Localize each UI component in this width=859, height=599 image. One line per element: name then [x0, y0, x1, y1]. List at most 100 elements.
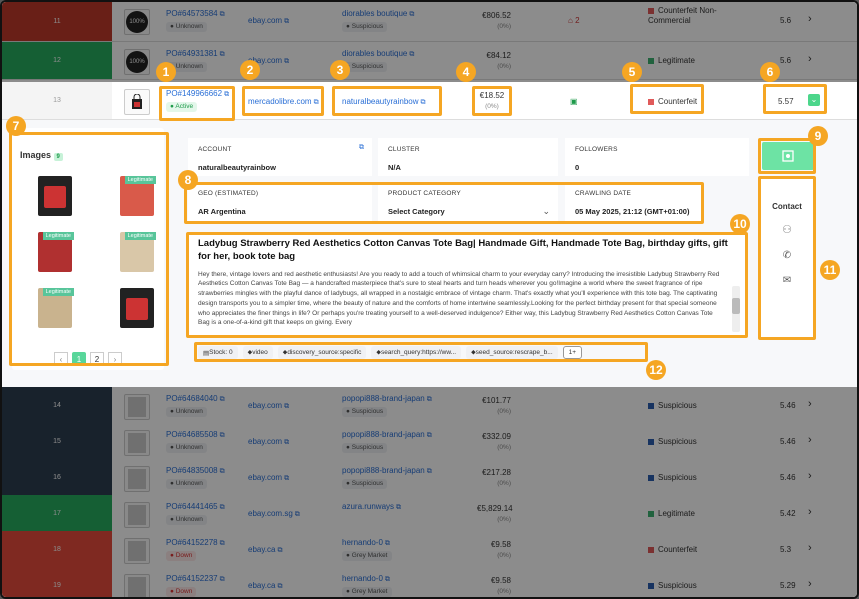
- external-link-icon[interactable]: ⧉: [220, 540, 225, 547]
- verdict-cell[interactable]: Suspicious: [648, 473, 728, 483]
- po-link[interactable]: PO#64684040: [166, 394, 218, 403]
- po-link[interactable]: PO#64152237: [166, 574, 218, 583]
- external-link-icon[interactable]: ⧉: [277, 547, 282, 554]
- table-row[interactable]: 15 PO#64685508 ⧉ ● Unknown ebay.com ⧉ popo…: [2, 423, 857, 461]
- verdict-text: Counterfeit: [658, 545, 698, 554]
- po-cell: PO#64152278 ⧉ ● Down: [166, 538, 225, 562]
- cluster-value: N/A: [388, 163, 401, 172]
- table-row[interactable]: 19 PO#64152237 ⧉ ● Down ebay.ca ⧉ hernando…: [2, 567, 857, 597]
- verdict-cell[interactable]: Legitimate: [648, 509, 728, 519]
- callout-number: 8: [178, 170, 198, 190]
- seller-status-text: Suspicious: [351, 63, 384, 71]
- external-link-icon[interactable]: ⧉: [409, 11, 414, 18]
- row-index: 15: [2, 423, 112, 460]
- chevron-right-icon[interactable]: ›: [808, 13, 812, 25]
- external-link-icon[interactable]: ⧉: [220, 51, 225, 58]
- external-link-icon[interactable]: ⧉: [284, 18, 289, 25]
- po-link[interactable]: PO#64685508: [166, 430, 218, 439]
- table-row[interactable]: 11 100% PO#64573584 ⧉ ● Unknown ebay.com ⧉…: [2, 2, 857, 42]
- external-link-icon[interactable]: ⧉: [220, 11, 225, 18]
- chevron-right-icon[interactable]: ›: [808, 542, 812, 554]
- external-link-icon[interactable]: ⧉: [277, 583, 282, 590]
- verdict-color-icon: [648, 438, 654, 445]
- chevron-right-icon[interactable]: ›: [808, 470, 812, 482]
- external-link-icon[interactable]: ⧉: [284, 439, 289, 446]
- external-link-icon[interactable]: ⧉: [409, 51, 414, 58]
- seller-link[interactable]: popopi888-brand-japan: [342, 466, 425, 475]
- product-thumbnail[interactable]: [124, 538, 150, 564]
- chevron-right-icon[interactable]: ›: [808, 506, 812, 518]
- marketplace-link[interactable]: ebay.com ⧉: [248, 16, 289, 26]
- seller-link[interactable]: diorables boutique: [342, 49, 407, 58]
- callout-number: 4: [456, 62, 476, 82]
- seller-link[interactable]: azura.runways: [342, 502, 394, 511]
- seller-status-badge: ● Suspicious: [342, 443, 388, 454]
- price-cell: €217.28 (0%): [477, 468, 511, 487]
- chevron-right-icon[interactable]: ›: [808, 434, 812, 446]
- external-link-icon[interactable]: ⧉: [284, 475, 289, 482]
- po-link[interactable]: PO#64931381: [166, 49, 218, 58]
- verdict-cell[interactable]: Counterfeit Non-Commercial: [648, 6, 728, 25]
- external-link-icon[interactable]: ⧉: [359, 144, 364, 152]
- price-cell: €806.52 (0%): [477, 11, 511, 30]
- external-link-icon[interactable]: ⧉: [385, 576, 390, 583]
- external-link-icon[interactable]: ⧉: [220, 576, 225, 583]
- external-link-icon[interactable]: ⧉: [295, 511, 300, 518]
- seller-link[interactable]: diorables boutique: [342, 9, 407, 18]
- external-link-icon[interactable]: ⧉: [220, 432, 225, 439]
- seller-status-badge: ● Grey Market: [342, 551, 392, 562]
- marketplace-link[interactable]: ebay.ca ⧉: [248, 545, 282, 555]
- external-link-icon[interactable]: ⧉: [396, 504, 401, 511]
- marketplace-link[interactable]: ebay.com ⧉: [248, 473, 289, 483]
- product-thumbnail[interactable]: [124, 574, 150, 597]
- marketplace-link[interactable]: ebay.ca ⧉: [248, 581, 282, 591]
- table-row[interactable]: 14 PO#64684040 ⧉ ● Unknown ebay.com ⧉ popo…: [2, 387, 857, 425]
- verdict-cell[interactable]: Suspicious: [648, 581, 728, 591]
- po-link[interactable]: PO#64835008: [166, 466, 218, 475]
- seller-cell: popopi888-brand-japan ⧉ ● Suspicious: [342, 430, 432, 454]
- po-link[interactable]: PO#64573584: [166, 9, 218, 18]
- external-link-icon[interactable]: ⧉: [220, 396, 225, 403]
- verdict-color-icon: [648, 57, 654, 64]
- product-thumbnail[interactable]: [124, 394, 150, 420]
- verdict-cell[interactable]: Legitimate: [648, 56, 728, 66]
- seller-link[interactable]: popopi888-brand-japan: [342, 394, 425, 403]
- followers-card: FOLLOWERS 0: [565, 138, 749, 176]
- table-row[interactable]: 17 PO#64441465 ⧉ ● Unknown ebay.com.sg ⧉ a…: [2, 495, 857, 533]
- chevron-right-icon[interactable]: ›: [808, 53, 812, 65]
- marketplace-link[interactable]: ebay.com ⧉: [248, 401, 289, 411]
- table-row[interactable]: 16 PO#64835008 ⧉ ● Unknown ebay.com ⧉ popo…: [2, 459, 857, 497]
- callout-box: [184, 182, 704, 224]
- product-thumbnail[interactable]: 100%: [124, 49, 150, 75]
- po-link[interactable]: PO#64152278: [166, 538, 218, 547]
- product-thumbnail[interactable]: [124, 89, 150, 115]
- chevron-right-icon[interactable]: ›: [808, 578, 812, 590]
- row-index: 11: [2, 2, 112, 41]
- status-text: Unknown: [175, 444, 203, 452]
- account-value: naturalbeautyrainbow: [198, 163, 276, 172]
- external-link-icon[interactable]: ⧉: [220, 468, 225, 475]
- external-link-icon[interactable]: ⧉: [385, 540, 390, 547]
- external-link-icon[interactable]: ⧉: [427, 432, 432, 439]
- verdict-cell[interactable]: Suspicious: [648, 401, 728, 411]
- table-row[interactable]: 12 100% PO#64931381⧉ ● Unknown ebay.com⧉…: [2, 42, 857, 80]
- table-row[interactable]: 18 PO#64152278 ⧉ ● Down ebay.ca ⧉ hernando…: [2, 531, 857, 569]
- external-link-icon[interactable]: ⧉: [427, 396, 432, 403]
- product-thumbnail[interactable]: 100%: [124, 9, 150, 35]
- seller-link[interactable]: hernando-0: [342, 574, 383, 583]
- verdict-cell[interactable]: Counterfeit: [648, 545, 728, 555]
- external-link-icon[interactable]: ⧉: [220, 504, 225, 511]
- verdict-cell[interactable]: Suspicious: [648, 437, 728, 447]
- seller-link[interactable]: popopi888-brand-japan: [342, 430, 425, 439]
- po-link[interactable]: PO#64441465: [166, 502, 218, 511]
- marketplace-link[interactable]: ebay.com ⧉: [248, 437, 289, 447]
- external-link-icon[interactable]: ⧉: [427, 468, 432, 475]
- external-link-icon[interactable]: ⧉: [284, 403, 289, 410]
- product-thumbnail[interactable]: [124, 430, 150, 456]
- marketplace-link[interactable]: ebay.com.sg ⧉: [248, 509, 300, 519]
- seller-link[interactable]: hernando-0: [342, 538, 383, 547]
- external-link-icon[interactable]: ⧉: [284, 58, 289, 65]
- chevron-right-icon[interactable]: ›: [808, 398, 812, 410]
- product-thumbnail[interactable]: [124, 466, 150, 492]
- product-thumbnail[interactable]: [124, 502, 150, 528]
